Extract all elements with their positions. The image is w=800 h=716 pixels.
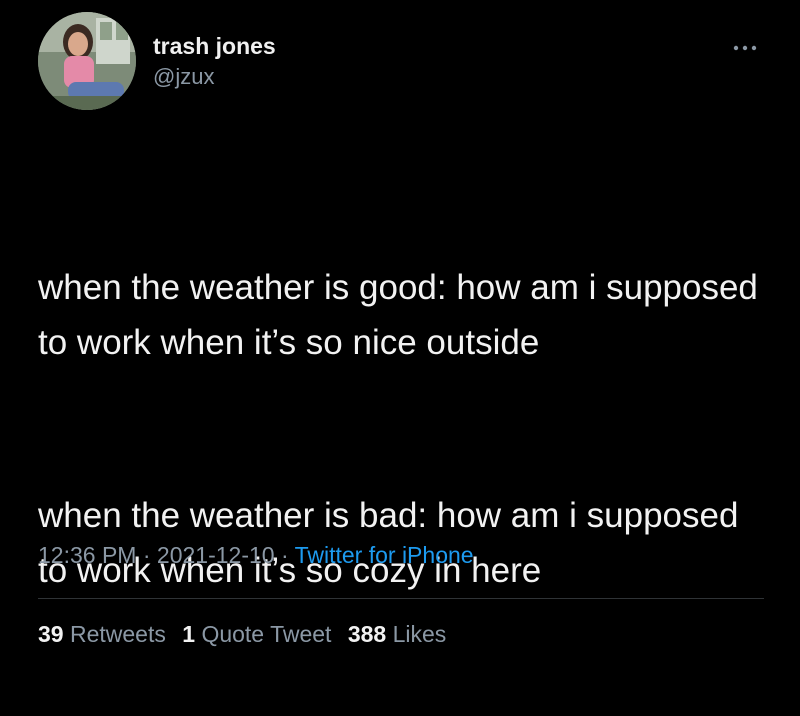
tweet-time[interactable]: 12:36 PM <box>38 542 136 568</box>
retweets-count: 39 <box>38 621 64 647</box>
tweet-meta: 12:36 PM · 2021-12-10 · Twitter for iPho… <box>38 537 474 573</box>
meta-separator: · <box>136 542 157 568</box>
tweet-source-link[interactable]: Twitter for iPhone <box>295 542 474 568</box>
author-handle[interactable]: @jzux <box>153 62 276 92</box>
tweet-paragraph-1: when the weather is good: how am i suppo… <box>38 268 768 362</box>
tweet-header: trash jones @jzux <box>38 12 768 112</box>
quotes-count: 1 <box>182 621 196 647</box>
quotes-stat[interactable]: 1 Quote Tweet <box>182 616 331 652</box>
avatar-photo <box>38 12 136 110</box>
divider <box>38 598 764 599</box>
author-names: trash jones @jzux <box>153 32 276 92</box>
meta-separator: · <box>274 542 295 568</box>
tweet: trash jones @jzux when the weather is go… <box>0 0 800 658</box>
avatar[interactable] <box>38 12 136 110</box>
retweets-label: Retweets <box>69 621 166 647</box>
tweet-stats: 39 Retweets 1 Quote Tweet 388 Likes <box>38 616 456 652</box>
quotes-label: Quote Tweet <box>201 621 332 647</box>
tweet-date[interactable]: 2021-12-10 <box>157 542 275 568</box>
likes-stat[interactable]: 388 Likes <box>348 616 446 652</box>
more-horizontal-icon[interactable] <box>730 40 760 56</box>
retweets-stat[interactable]: 39 Retweets <box>38 616 166 652</box>
likes-label: Likes <box>392 621 447 647</box>
likes-count: 388 <box>347 621 387 647</box>
author-display-name[interactable]: trash jones <box>153 32 276 60</box>
